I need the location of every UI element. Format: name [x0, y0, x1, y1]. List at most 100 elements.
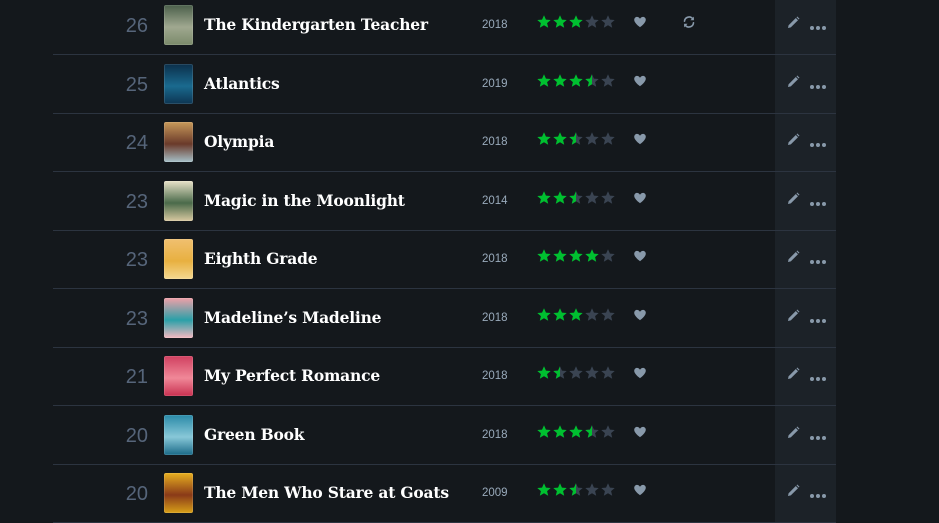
diary-row: 26 The Kindergarten Teacher 2018 [0, 0, 939, 55]
star-icon [553, 132, 567, 145]
star-icon [585, 15, 599, 28]
diary-row: 23 Eighth Grade 2018 [0, 231, 939, 289]
day-number[interactable]: 24 [108, 114, 148, 172]
day-number[interactable]: 20 [108, 407, 148, 465]
star-icon [553, 424, 567, 438]
star-icon [537, 190, 551, 204]
pencil-icon[interactable] [786, 367, 800, 386]
release-year[interactable]: 2018 [482, 114, 508, 172]
film-poster[interactable] [164, 414, 193, 455]
film-title[interactable]: The Kindergarten Teacher [204, 0, 428, 55]
film-poster[interactable] [164, 63, 193, 104]
film-poster[interactable] [164, 180, 193, 221]
star-icon [537, 73, 551, 87]
more-icon[interactable] [809, 78, 827, 96]
star-rating [536, 424, 616, 442]
star-icon [601, 249, 615, 262]
star-icon [585, 366, 599, 379]
pencil-icon[interactable] [786, 309, 800, 328]
pencil-icon[interactable] [786, 250, 800, 269]
film-title[interactable]: My Perfect Romance [204, 348, 380, 406]
star-icon [569, 307, 583, 321]
release-year[interactable]: 2018 [482, 0, 508, 55]
star-icon [569, 366, 583, 379]
heart-icon[interactable] [633, 191, 647, 210]
film-title[interactable]: The Men Who Stare at Goats [204, 465, 449, 523]
star-icon [585, 424, 599, 438]
pencil-icon[interactable] [786, 484, 800, 503]
film-title[interactable]: Green Book [204, 407, 305, 465]
film-title[interactable]: Olympia [204, 114, 274, 172]
star-icon [585, 190, 599, 204]
star-rating [536, 248, 616, 266]
star-icon [569, 190, 583, 204]
heart-icon[interactable] [633, 425, 647, 444]
film-poster[interactable] [164, 239, 193, 279]
pencil-icon[interactable] [786, 75, 800, 94]
more-icon[interactable] [809, 487, 827, 505]
heart-icon[interactable] [633, 132, 647, 151]
more-icon[interactable] [809, 429, 827, 447]
film-title[interactable]: Madeline’s Madeline [204, 290, 382, 348]
release-year[interactable]: 2009 [482, 465, 508, 523]
star-rating [536, 14, 616, 32]
film-poster[interactable] [164, 356, 193, 396]
film-poster[interactable] [164, 473, 193, 513]
pencil-icon[interactable] [786, 133, 800, 152]
release-year[interactable]: 2018 [482, 407, 508, 465]
pencil-icon[interactable] [786, 16, 800, 35]
star-icon [569, 15, 583, 28]
star-icon [585, 483, 599, 496]
day-number[interactable]: 21 [108, 348, 148, 406]
heart-icon[interactable] [633, 15, 647, 34]
star-icon [601, 190, 615, 204]
star-icon [569, 424, 583, 438]
day-number[interactable]: 23 [108, 231, 148, 289]
more-icon[interactable] [809, 253, 827, 271]
release-year[interactable]: 2018 [482, 231, 508, 289]
film-title[interactable]: Eighth Grade [204, 231, 318, 289]
release-year[interactable]: 2018 [482, 348, 508, 406]
star-icon [537, 483, 551, 496]
rewatch-icon[interactable] [682, 15, 696, 34]
star-icon [601, 424, 615, 438]
pencil-icon[interactable] [786, 426, 800, 445]
star-icon [553, 307, 567, 321]
diary-row: 25 Atlantics 2019 [0, 56, 939, 114]
star-icon [537, 15, 551, 28]
star-icon [553, 249, 567, 262]
heart-icon[interactable] [633, 249, 647, 268]
pencil-icon[interactable] [786, 192, 800, 211]
heart-icon[interactable] [633, 74, 647, 93]
release-year[interactable]: 2019 [482, 56, 508, 114]
star-icon [537, 424, 551, 438]
star-icon [601, 483, 615, 496]
film-poster[interactable] [164, 5, 193, 45]
heart-icon[interactable] [633, 483, 647, 502]
more-icon[interactable] [809, 19, 827, 37]
day-number[interactable]: 23 [108, 173, 148, 231]
day-number[interactable]: 26 [108, 0, 148, 55]
star-icon [553, 366, 567, 379]
film-poster[interactable] [164, 297, 193, 338]
star-icon [601, 307, 615, 321]
more-icon[interactable] [809, 195, 827, 213]
release-year[interactable]: 2018 [482, 290, 508, 348]
more-icon[interactable] [809, 312, 827, 330]
film-poster[interactable] [164, 122, 193, 162]
film-title[interactable]: Atlantics [204, 56, 280, 114]
release-year[interactable]: 2014 [482, 173, 508, 231]
day-number[interactable]: 20 [108, 465, 148, 523]
heart-icon[interactable] [633, 308, 647, 327]
day-number[interactable]: 25 [108, 56, 148, 114]
more-icon[interactable] [809, 136, 827, 154]
star-icon [553, 73, 567, 87]
more-icon[interactable] [809, 370, 827, 388]
diary-row: 23 Magic in the Moonlight 2014 [0, 173, 939, 231]
star-icon [585, 249, 599, 262]
star-rating [536, 190, 616, 208]
star-icon [553, 15, 567, 28]
film-title[interactable]: Magic in the Moonlight [204, 173, 405, 231]
heart-icon[interactable] [633, 366, 647, 385]
day-number[interactable]: 23 [108, 290, 148, 348]
